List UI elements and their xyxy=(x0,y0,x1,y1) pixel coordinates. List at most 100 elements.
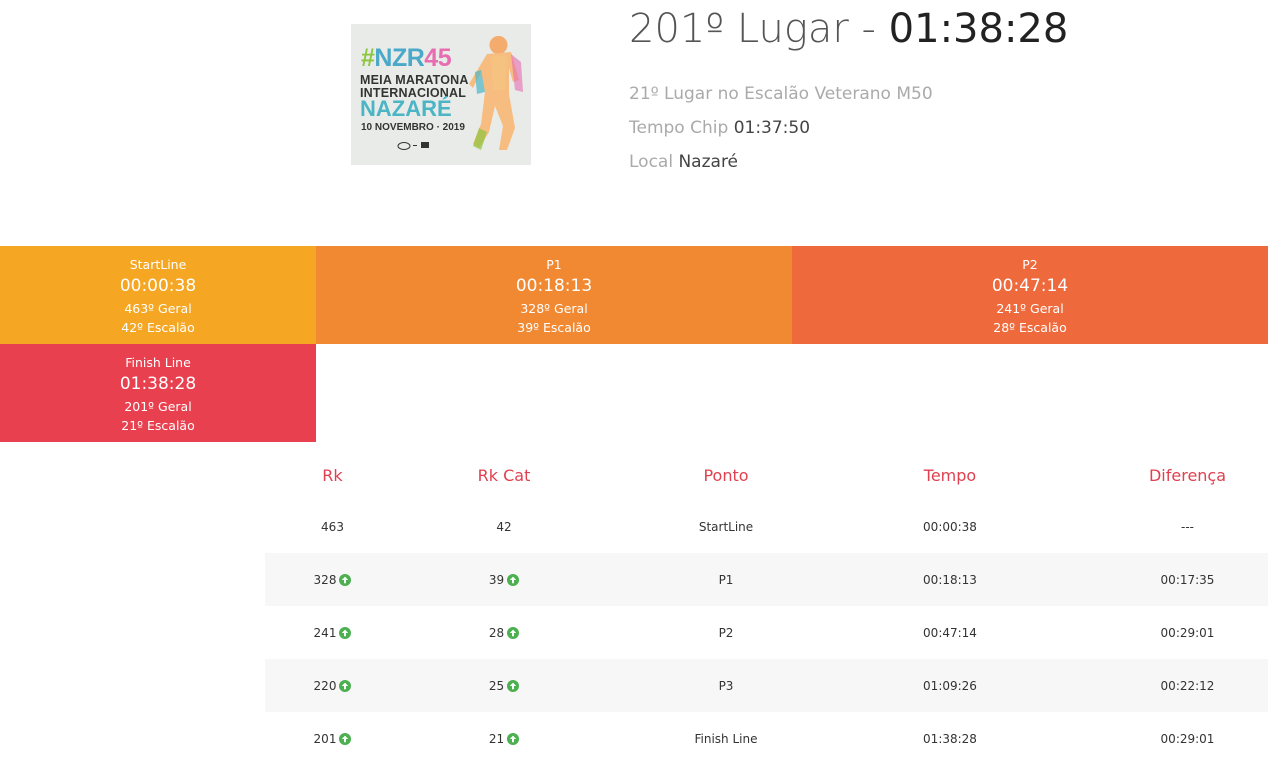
header-diferenca: Diferença xyxy=(1148,465,1227,485)
cell-tempo: 01:09:26 xyxy=(875,659,1025,712)
sponsor-logos-icon xyxy=(397,142,429,150)
runner-silhouette-icon xyxy=(469,36,523,150)
chip-time-label: Tempo Chip xyxy=(629,118,729,138)
splits-table: Rk Rk Cat Ponto Tempo Diferença 463 42 Sta… xyxy=(265,446,1268,765)
location-value: Nazaré xyxy=(678,152,739,172)
cell-rk-cat-text: 42 xyxy=(496,519,512,534)
checkpoint-tile-p1: P1 00:18:13 328º Geral 39º Escalão xyxy=(316,246,792,344)
result-headline: 201º Lugar - 01:38:28 xyxy=(629,6,1068,52)
cell-rk-cat: 42 xyxy=(435,500,573,553)
cell-ponto-text: Finish Line xyxy=(694,731,758,746)
cell-tempo-text: 01:38:28 xyxy=(923,731,977,746)
cell-rk-text: 241 xyxy=(313,625,337,640)
cell-rk-text: 463 xyxy=(321,519,344,534)
table-row: 201 21 Finish Line 01:38:28 00:29:01 xyxy=(265,712,1268,765)
location-label: Local xyxy=(629,152,674,172)
checkpoint-category-rank: 42º Escalão xyxy=(121,320,195,335)
logo-city: NAZARÉ xyxy=(360,96,452,121)
header-ponto: Ponto xyxy=(703,465,749,485)
cell-ponto-text: StartLine xyxy=(698,519,754,534)
table-row: 328 39 P1 00:18:13 00:17:35 xyxy=(265,553,1268,606)
cell-rk: 201 xyxy=(265,712,400,765)
overall-position: 201º Lugar - xyxy=(629,6,889,52)
cell-ponto: StartLine xyxy=(655,500,797,553)
table-row: 463 42 StartLine 00:00:38 --- xyxy=(265,500,1268,553)
category-position: 21º Lugar no Escalão Veterano M50 xyxy=(629,84,933,104)
logo-line-1: MEIA MARATONA xyxy=(360,73,469,87)
cell-ponto-text: P3 xyxy=(718,678,734,693)
cell-diferenca-text: 00:22:12 xyxy=(1160,678,1215,693)
checkpoint-tile-finish: Finish Line 01:38:28 201º Geral 21º Esca… xyxy=(0,344,316,442)
checkpoint-category-rank: 39º Escalão xyxy=(517,320,591,335)
arrow-up-circle-icon xyxy=(507,626,520,639)
cell-ponto: P3 xyxy=(655,659,797,712)
cell-rk-cat: 21 xyxy=(435,712,573,765)
final-time: 01:38:28 xyxy=(888,6,1069,52)
cell-tempo-text: 00:47:14 xyxy=(923,625,977,640)
arrow-up-circle-icon xyxy=(339,732,352,745)
logo-date: 10 NOVEMBRO · 2019 xyxy=(361,122,465,133)
arrow-up-circle-icon xyxy=(339,679,352,692)
cell-rk-cat-text: 21 xyxy=(488,731,505,746)
header-rk: Rk xyxy=(322,465,343,485)
cell-tempo: 01:38:28 xyxy=(875,712,1025,765)
cell-rk-text: 328 xyxy=(313,572,337,587)
cell-rk-cat: 25 xyxy=(435,659,573,712)
cell-rk-cat-text: 25 xyxy=(488,678,505,693)
cell-rk: 220 xyxy=(265,659,400,712)
cell-tempo-text: 00:00:38 xyxy=(923,519,977,534)
arrow-up-circle-icon xyxy=(507,679,520,692)
cell-diferenca: 00:17:35 xyxy=(1110,553,1265,606)
checkpoint-tile-startline: StartLine 00:00:38 463º Geral 42º Escalã… xyxy=(0,246,316,344)
logo-hashtag: #NZR45 xyxy=(361,44,452,72)
checkpoint-tile-p2: P2 00:47:14 241º Geral 28º Escalão xyxy=(792,246,1268,344)
checkpoint-name: Finish Line xyxy=(125,355,191,370)
table-row: 241 28 P2 00:47:14 00:29:01 xyxy=(265,606,1268,659)
cell-rk-cat: 39 xyxy=(435,553,573,606)
cell-ponto-text: P2 xyxy=(718,625,734,640)
cell-diferenca: 00:29:01 xyxy=(1110,606,1265,659)
cell-diferenca: --- xyxy=(1110,500,1265,553)
event-logo: #NZR45 MEIA MARATONA INTERNACIONAL NAZAR… xyxy=(351,24,531,165)
checkpoint-time: 00:47:14 xyxy=(991,276,1069,296)
arrow-up-circle-icon xyxy=(507,573,520,586)
chip-time-line: Tempo Chip 01:37:50 xyxy=(629,118,810,138)
checkpoint-name: P1 xyxy=(546,257,562,272)
location-line: Local Nazaré xyxy=(629,152,738,172)
cell-tempo: 00:18:13 xyxy=(875,553,1025,606)
chip-time-value: 01:37:50 xyxy=(733,118,811,138)
cell-diferenca-text: 00:29:01 xyxy=(1160,731,1215,746)
cell-ponto-text: P1 xyxy=(718,572,734,587)
cell-tempo: 00:00:38 xyxy=(875,500,1025,553)
checkpoint-name: StartLine xyxy=(129,257,187,272)
checkpoint-time: 00:00:38 xyxy=(119,276,197,296)
cell-tempo-text: 01:09:26 xyxy=(923,678,977,693)
cell-rk: 241 xyxy=(265,606,400,659)
checkpoint-overall-rank: 328º Geral xyxy=(520,301,588,316)
cell-rk-text: 201 xyxy=(313,731,337,746)
cell-tempo-text: 00:18:13 xyxy=(923,572,977,587)
cell-rk-cat-text: 39 xyxy=(488,572,505,587)
cell-ponto: P1 xyxy=(655,553,797,606)
arrow-up-circle-icon xyxy=(339,573,352,586)
cell-ponto: Finish Line xyxy=(655,712,797,765)
cell-rk-text: 220 xyxy=(313,678,337,693)
checkpoint-overall-rank: 241º Geral xyxy=(996,301,1064,316)
header-tempo: Tempo xyxy=(923,465,977,485)
header-rk-cat: Rk Cat xyxy=(477,465,531,485)
cell-diferenca: 00:29:01 xyxy=(1110,712,1265,765)
checkpoint-overall-rank: 201º Geral xyxy=(124,399,192,414)
cell-rk-cat-text: 28 xyxy=(488,625,505,640)
arrow-up-circle-icon xyxy=(507,732,520,745)
cell-rk-cat: 28 xyxy=(435,606,573,659)
cell-tempo: 00:47:14 xyxy=(875,606,1025,659)
checkpoint-name: P2 xyxy=(1022,257,1038,272)
checkpoint-category-rank: 21º Escalão xyxy=(121,418,195,433)
table-row: 220 25 P3 01:09:26 00:22:12 xyxy=(265,659,1268,712)
cell-rk: 328 xyxy=(265,553,400,606)
cell-diferenca-text: 00:29:01 xyxy=(1160,625,1215,640)
checkpoint-time: 01:38:28 xyxy=(119,374,197,394)
cell-rk: 463 xyxy=(265,500,400,553)
arrow-up-circle-icon xyxy=(339,626,352,639)
cell-diferenca-text: 00:17:35 xyxy=(1160,572,1215,587)
